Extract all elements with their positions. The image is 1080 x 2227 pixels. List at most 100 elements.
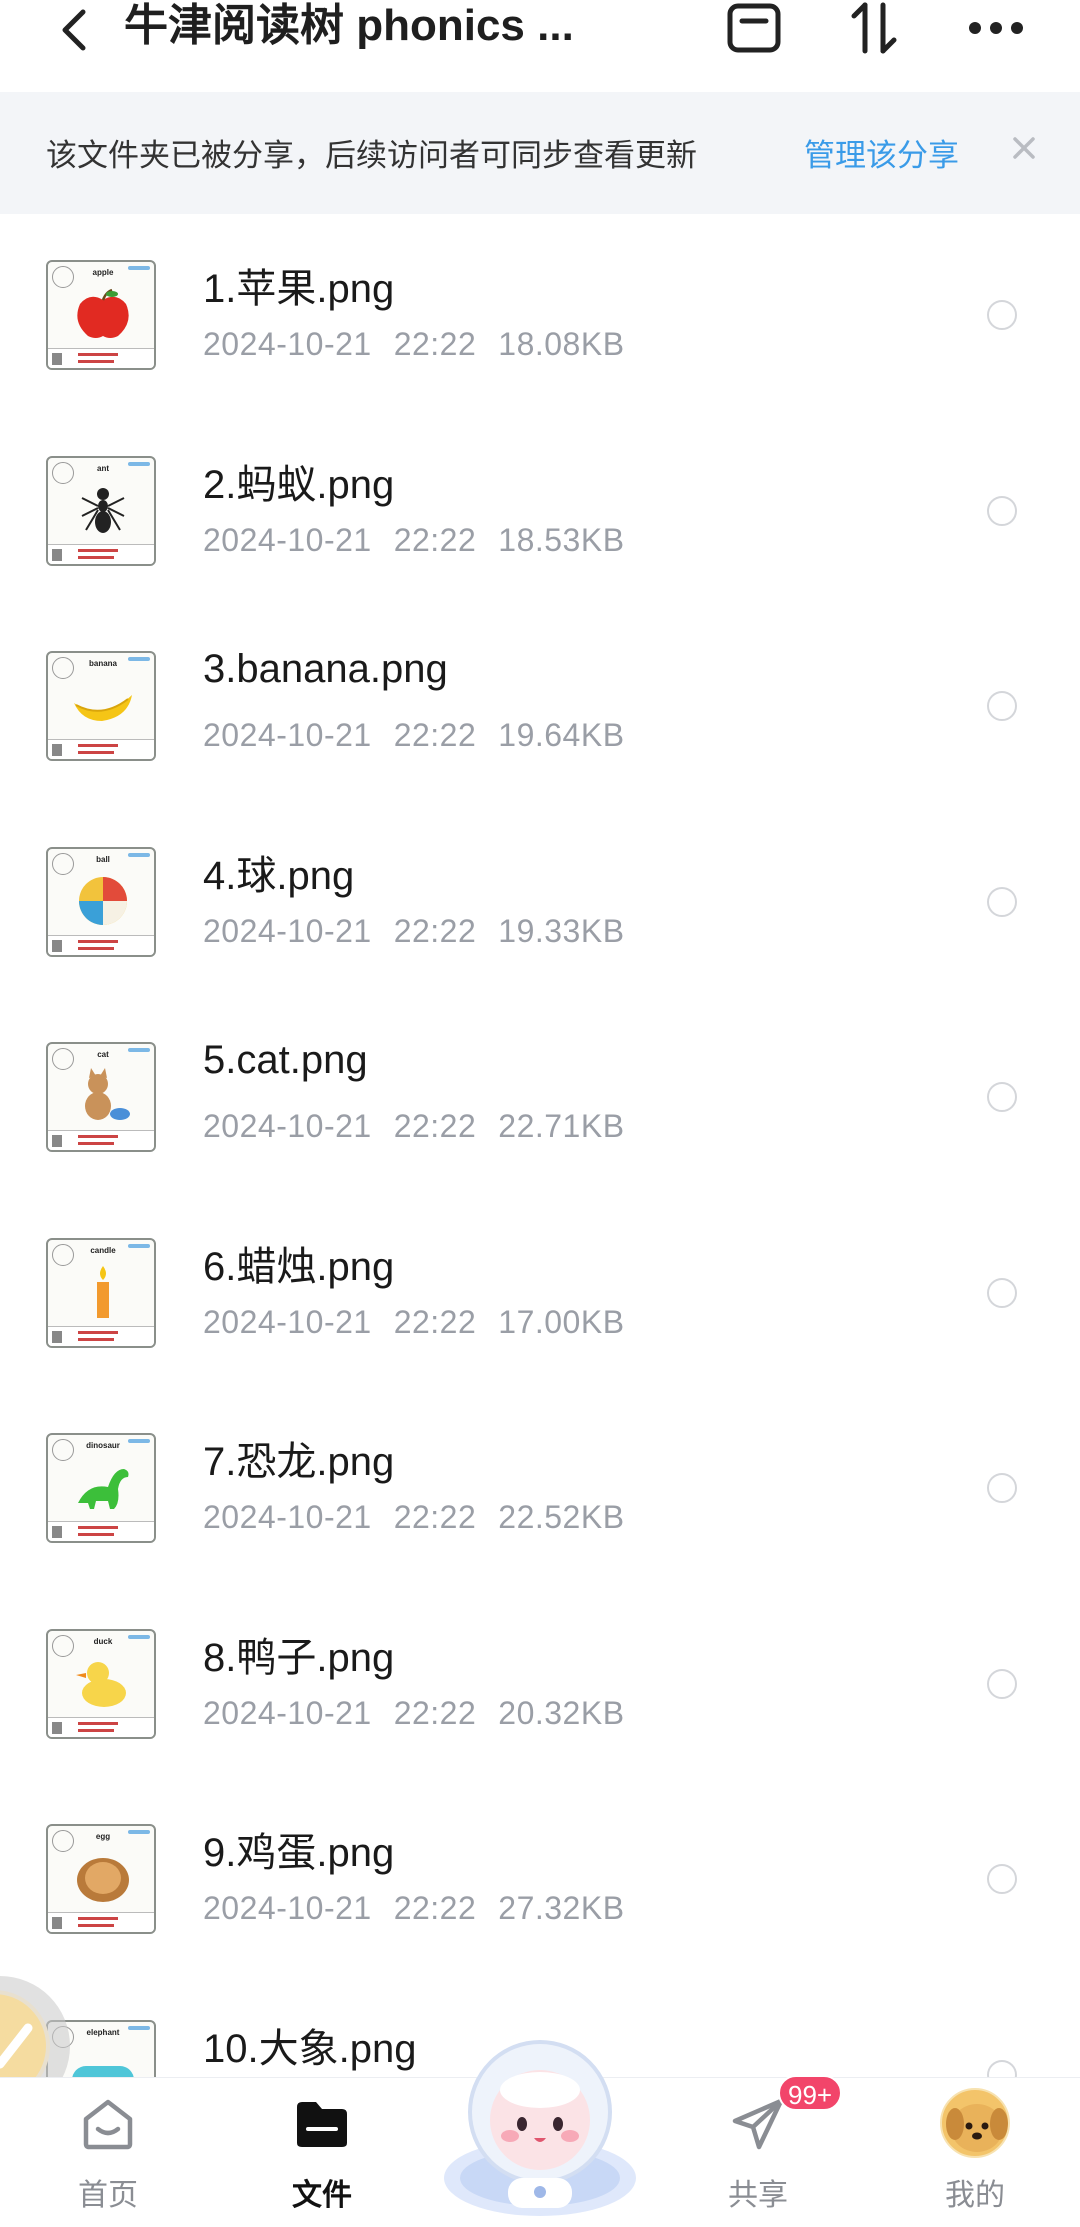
file-name: 6.蜡烛.png [203, 1244, 395, 1289]
file-thumbnail: ant [46, 455, 156, 566]
select-radio[interactable] [987, 1082, 1017, 1112]
file-size: 17.00KB [498, 1303, 625, 1340]
file-thumbnail: apple [46, 260, 156, 370]
select-radio[interactable] [987, 495, 1017, 526]
chevron-left-icon [62, 9, 86, 51]
select-radio[interactable] [987, 886, 1017, 917]
file-row[interactable]: duck 8.鸭子.png 2024-10-21 22:22 20.32KB [0, 1583, 1080, 1779]
archive-box-icon [727, 3, 781, 53]
file-row[interactable]: egg 9.鸡蛋.png 2024-10-21 22:22 27.32KB [0, 1778, 1080, 1974]
thumb-word: ant [97, 463, 109, 473]
avatar[interactable] [940, 2088, 1010, 2158]
select-radio[interactable] [987, 691, 1017, 721]
file-time: 22:22 [393, 1694, 477, 1731]
manage-share-link[interactable]: 管理该分享 [804, 130, 959, 175]
thumb-word: apple [92, 268, 114, 277]
share-count-badge: 99+ [778, 2075, 843, 2111]
file-thumbnail: duck [46, 1628, 156, 1739]
file-meta: 2024-10-21 22:22 18.08KB [203, 326, 647, 363]
duck-picture-icon [68, 1655, 138, 1709]
file-date: 2024-10-21 [203, 1890, 372, 1926]
select-radio[interactable] [987, 1473, 1017, 1503]
thumb-word: candle [90, 1245, 116, 1255]
file-time: 22:22 [393, 326, 477, 362]
file-size: 22.52KB [498, 1499, 625, 1535]
file-time: 22:22 [393, 1108, 477, 1144]
file-time: 22:22 [393, 1303, 477, 1340]
select-box-button[interactable] [722, 0, 786, 56]
file-size: 27.32KB [498, 1890, 625, 1926]
select-radio[interactable] [987, 300, 1017, 330]
file-row[interactable]: apple 1.苹果.png 2024-10-21 22:22 18.08KB [0, 214, 1080, 410]
share-notice-text: 该文件夹已被分享，后续访问者可同步查看更新 [46, 138, 697, 173]
file-row[interactable]: cat 5.cat.png 2024-10-21 22:22 22.71KB [0, 996, 1080, 1192]
file-meta: 2024-10-21 22:22 19.64KB [203, 717, 647, 754]
file-name: 8.鸭子.png [203, 1635, 395, 1680]
paper-plane-icon [730, 2096, 786, 2152]
file-date: 2024-10-21 [203, 1303, 372, 1340]
file-meta: 2024-10-21 22:22 22.52KB [203, 1499, 647, 1536]
tab-files-label: 文件 [292, 2179, 352, 2212]
back-button[interactable] [44, 0, 104, 60]
file-time: 22:22 [393, 521, 477, 558]
file-time: 22:22 [393, 912, 477, 949]
file-date: 2024-10-21 [203, 1499, 372, 1535]
ai-assistant-button[interactable] [438, 2028, 642, 2220]
file-row[interactable]: ant 2.蚂蚁.png 2024-10-21 22:22 18.53KB [0, 410, 1080, 606]
file-row[interactable]: ball 4.球.png 2024-10-21 22:22 19.33KB [0, 801, 1080, 997]
tab-home[interactable]: 首页 [38, 2078, 178, 2227]
file-time: 22:22 [393, 1499, 477, 1535]
thumb-word: ball [96, 854, 110, 864]
tab-mine-label: 我的 [945, 2179, 1005, 2212]
file-row[interactable]: dinosaur 7.恐龙.png 2024-10-21 22:22 22.52KB [0, 1387, 1080, 1583]
sort-arrows-icon [851, 2, 897, 54]
folder-icon [294, 2096, 350, 2152]
file-thumbnail: ball [46, 846, 156, 957]
file-name: 3.banana.png [203, 647, 448, 691]
candle-picture-icon [68, 1264, 138, 1318]
select-radio[interactable] [987, 1864, 1017, 1894]
file-date: 2024-10-21 [203, 912, 372, 949]
thumb-word: egg [95, 1832, 111, 1841]
file-size: 19.64KB [498, 717, 625, 753]
top-bar: 牛津阅读树 phonics ... [0, 0, 1080, 92]
home-icon [80, 2096, 136, 2152]
ball-picture-icon [68, 873, 138, 927]
file-name: 7.恐龙.png [203, 1440, 395, 1484]
banner-close-button[interactable] [1004, 128, 1044, 168]
file-time: 22:22 [393, 717, 477, 753]
banana-picture-icon [68, 677, 138, 731]
file-date: 2024-10-21 [203, 521, 372, 558]
cat-picture-icon [68, 1068, 138, 1122]
file-size: 18.53KB [498, 521, 625, 558]
file-date: 2024-10-21 [203, 1108, 372, 1144]
file-meta: 2024-10-21 22:22 18.53KB [203, 522, 647, 559]
tab-share-label: 共享 [728, 2179, 788, 2212]
dinosaur-picture-icon [68, 1459, 138, 1513]
file-time: 22:22 [393, 1890, 477, 1926]
share-notice-banner: 该文件夹已被分享，后续访问者可同步查看更新 管理该分享 [0, 92, 1080, 214]
select-radio[interactable] [987, 1668, 1017, 1699]
file-meta: 2024-10-21 22:22 22.71KB [203, 1108, 647, 1145]
file-thumbnail: banana [46, 651, 156, 761]
close-icon [1013, 137, 1035, 159]
thumb-word: cat [97, 1050, 109, 1059]
file-thumbnail: cat [46, 1042, 156, 1152]
file-size: 22.71KB [498, 1108, 625, 1144]
file-date: 2024-10-21 [203, 1694, 372, 1731]
select-radio[interactable] [987, 1277, 1017, 1308]
thumb-word: duck [93, 1636, 113, 1646]
thumb-word: dinosaur [86, 1441, 120, 1450]
tab-files[interactable]: 文件 [252, 2078, 392, 2227]
more-dots-icon [969, 22, 1023, 34]
sort-button[interactable] [842, 0, 906, 56]
more-button[interactable] [964, 0, 1028, 56]
file-name: 1.苹果.png [203, 267, 395, 311]
egg-picture-icon [68, 1850, 138, 1904]
file-name: 2.蚂蚁.png [203, 462, 395, 507]
file-row[interactable]: banana 3.banana.png 2024-10-21 22:22 19.64… [0, 605, 1080, 801]
thumb-word: banana [88, 659, 117, 668]
astronaut-mascot-icon [444, 2040, 636, 2216]
page-title: 牛津阅读树 phonics ... [124, 1, 574, 50]
file-row[interactable]: candle 6.蜡烛.png 2024-10-21 22:22 17.00KB [0, 1192, 1080, 1388]
